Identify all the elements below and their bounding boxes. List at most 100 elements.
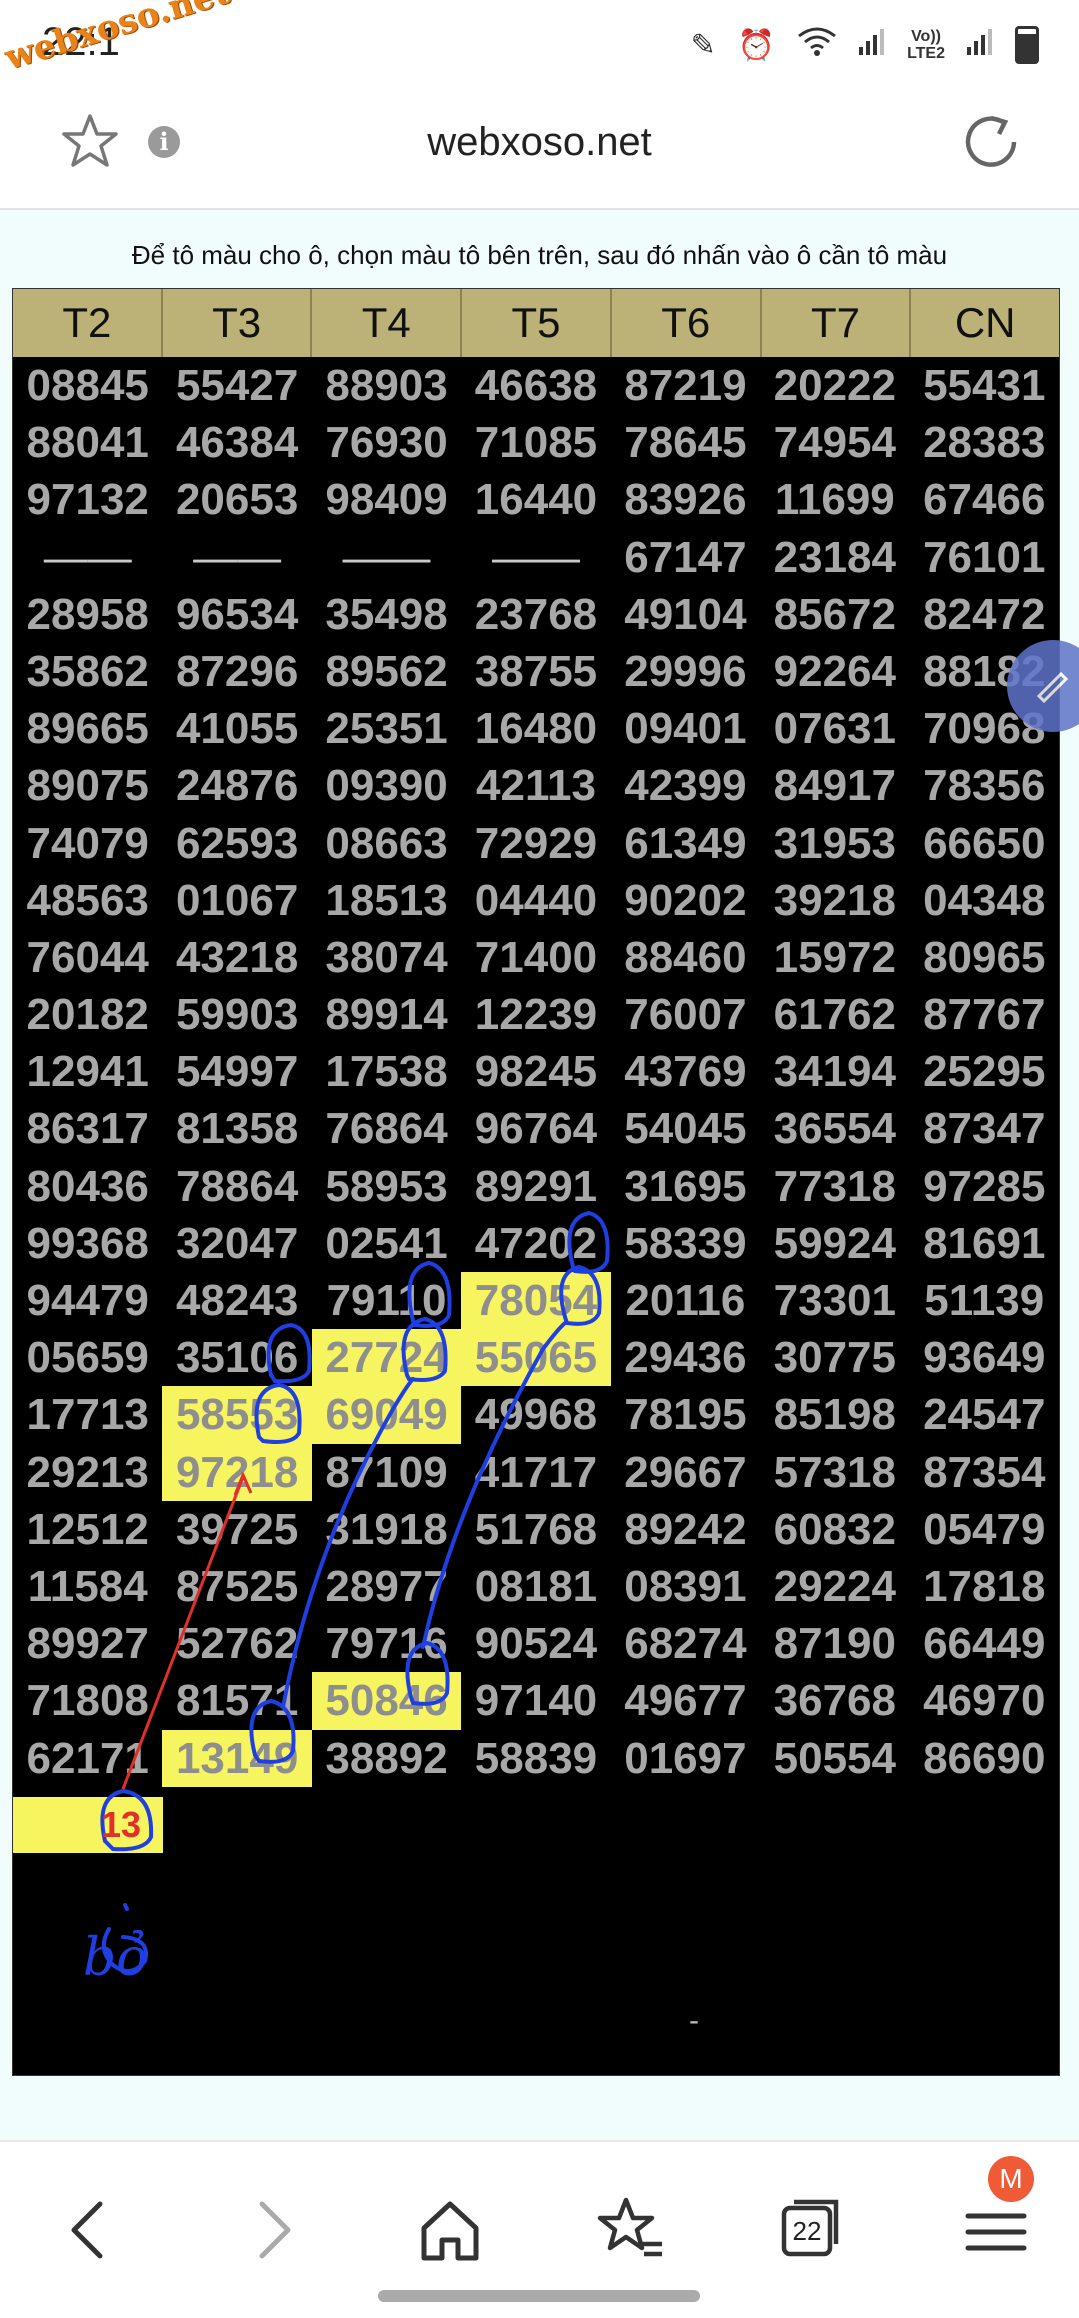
- table-cell[interactable]: 87525: [162, 1558, 311, 1615]
- table-cell[interactable]: 76007: [611, 986, 760, 1043]
- table-cell[interactable]: 89242: [611, 1501, 760, 1558]
- table-cell[interactable]: 17818: [910, 1558, 1059, 1615]
- table-cell[interactable]: 62171: [13, 1730, 162, 1787]
- table-cell[interactable]: 71808: [13, 1672, 162, 1729]
- table-cell[interactable]: 08845: [13, 357, 162, 414]
- table-cell[interactable]: 35862: [13, 643, 162, 700]
- table-cell[interactable]: 92264: [760, 643, 909, 700]
- table-cell[interactable]: 32047: [162, 1215, 311, 1272]
- table-cell[interactable]: 87767: [910, 986, 1059, 1043]
- table-cell[interactable]: 38074: [312, 929, 461, 986]
- table-cell[interactable]: 67147: [611, 529, 760, 586]
- table-cell[interactable]: 46638: [461, 357, 610, 414]
- table-cell[interactable]: 24876: [162, 757, 311, 814]
- table-cell[interactable]: 97132: [13, 471, 162, 528]
- table-cell[interactable]: 09390: [312, 757, 461, 814]
- table-cell[interactable]: 58953: [312, 1158, 461, 1215]
- table-cell[interactable]: 81691: [910, 1215, 1059, 1272]
- table-cell[interactable]: 94479: [13, 1272, 162, 1329]
- table-cell[interactable]: 43218: [162, 929, 311, 986]
- table-cell[interactable]: 08391: [611, 1558, 760, 1615]
- table-cell[interactable]: 85672: [760, 586, 909, 643]
- table-cell[interactable]: 29224: [760, 1558, 909, 1615]
- table-cell[interactable]: 89914: [312, 986, 461, 1043]
- table-cell[interactable]: 71085: [461, 414, 610, 471]
- gesture-pill[interactable]: [378, 2290, 700, 2302]
- table-cell[interactable]: 52762: [162, 1615, 311, 1672]
- table-cell[interactable]: 49968: [461, 1386, 610, 1443]
- table-cell[interactable]: 84917: [760, 757, 909, 814]
- table-cell[interactable]: 23768: [461, 586, 610, 643]
- table-cell[interactable]: 55427: [162, 357, 311, 414]
- table-cell[interactable]: 54997: [162, 1043, 311, 1100]
- highlighted-cell-empty[interactable]: [13, 1797, 163, 1853]
- table-cell[interactable]: 29213: [13, 1444, 162, 1501]
- table-cell[interactable]: 16440: [461, 471, 610, 528]
- table-cell[interactable]: 28383: [910, 414, 1059, 471]
- table-cell[interactable]: 16480: [461, 700, 610, 757]
- table-cell[interactable]: 89665: [13, 700, 162, 757]
- table-cell[interactable]: 01067: [162, 872, 311, 929]
- table-cell[interactable]: 90202: [611, 872, 760, 929]
- table-cell[interactable]: 31695: [611, 1158, 760, 1215]
- table-cell[interactable]: 88041: [13, 414, 162, 471]
- table-cell[interactable]: 25295: [910, 1043, 1059, 1100]
- table-cell[interactable]: 76044: [13, 929, 162, 986]
- table-cell[interactable]: 90524: [461, 1615, 610, 1672]
- table-cell[interactable]: 59903: [162, 986, 311, 1043]
- table-cell[interactable]: ——: [13, 529, 162, 586]
- table-cell[interactable]: 11584: [13, 1558, 162, 1615]
- table-cell[interactable]: 17538: [312, 1043, 461, 1100]
- table-cell[interactable]: 04348: [910, 872, 1059, 929]
- table-cell[interactable]: 38892: [312, 1730, 461, 1787]
- table-cell[interactable]: 78195: [611, 1386, 760, 1443]
- table-cell[interactable]: 81571: [162, 1672, 311, 1729]
- table-cell[interactable]: 66449: [910, 1615, 1059, 1672]
- table-cell[interactable]: ——: [312, 529, 461, 586]
- table-cell[interactable]: 54045: [611, 1100, 760, 1157]
- table-cell[interactable]: 78864: [162, 1158, 311, 1215]
- table-cell[interactable]: 50554: [760, 1730, 909, 1787]
- table-cell[interactable]: 09401: [611, 700, 760, 757]
- table-cell[interactable]: 74954: [760, 414, 909, 471]
- table-cell[interactable]: 42113: [461, 757, 610, 814]
- table-cell[interactable]: 55065: [461, 1329, 611, 1387]
- table-cell[interactable]: 31953: [760, 815, 909, 872]
- table-cell[interactable]: 12239: [461, 986, 610, 1043]
- table-cell[interactable]: 87109: [312, 1444, 461, 1501]
- table-cell[interactable]: 58839: [461, 1730, 610, 1787]
- table-cell[interactable]: 76101: [910, 529, 1059, 586]
- table-cell[interactable]: 78645: [611, 414, 760, 471]
- table-cell[interactable]: 66650: [910, 815, 1059, 872]
- page-url[interactable]: webxoso.net: [0, 120, 1079, 165]
- table-cell[interactable]: 36554: [760, 1100, 909, 1157]
- table-cell[interactable]: 25351: [312, 700, 461, 757]
- table-cell[interactable]: 02541: [312, 1215, 461, 1272]
- table-cell[interactable]: 20653: [162, 471, 311, 528]
- table-cell[interactable]: 79716: [312, 1615, 461, 1672]
- table-cell[interactable]: 39725: [162, 1501, 311, 1558]
- table-cell[interactable]: 30775: [760, 1329, 909, 1386]
- table-cell[interactable]: 05659: [13, 1329, 162, 1386]
- table-cell[interactable]: 29436: [611, 1329, 760, 1386]
- table-cell[interactable]: 77318: [760, 1158, 909, 1215]
- table-cell[interactable]: 29667: [611, 1444, 760, 1501]
- table-cell[interactable]: ——: [461, 529, 610, 586]
- table-cell[interactable]: 85198: [760, 1386, 909, 1443]
- table-cell[interactable]: 08663: [312, 815, 461, 872]
- table-cell[interactable]: 17713: [13, 1386, 162, 1443]
- table-cell[interactable]: 07631: [760, 700, 909, 757]
- table-cell[interactable]: 41055: [162, 700, 311, 757]
- table-cell[interactable]: 20182: [13, 986, 162, 1043]
- table-cell[interactable]: 81358: [162, 1100, 311, 1157]
- table-cell[interactable]: 51139: [910, 1272, 1059, 1329]
- reload-icon[interactable]: [961, 112, 1021, 172]
- table-cell[interactable]: 71400: [461, 929, 610, 986]
- table-cell[interactable]: 87347: [910, 1100, 1059, 1157]
- table-cell[interactable]: 04440: [461, 872, 610, 929]
- table-cell[interactable]: 49104: [611, 586, 760, 643]
- table-cell[interactable]: 28977: [312, 1558, 461, 1615]
- table-cell[interactable]: 42399: [611, 757, 760, 814]
- table-cell[interactable]: 36768: [760, 1672, 909, 1729]
- table-cell[interactable]: 98245: [461, 1043, 610, 1100]
